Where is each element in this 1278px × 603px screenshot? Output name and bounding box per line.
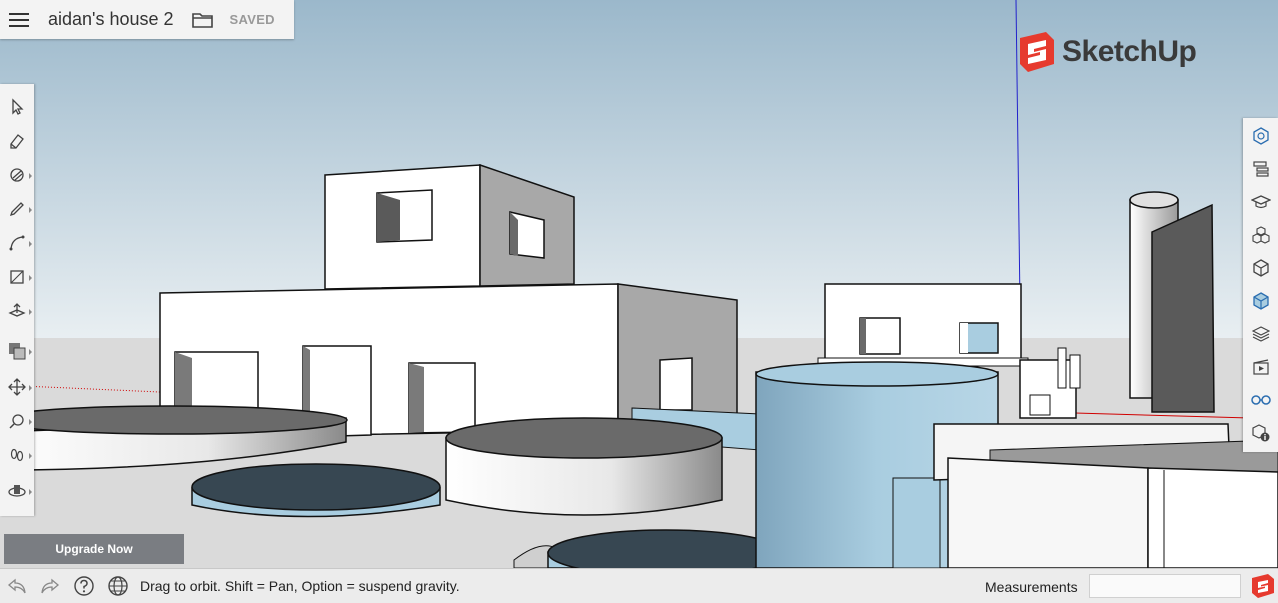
cylinder-middle bbox=[445, 417, 723, 516]
save-status: SAVED bbox=[229, 12, 275, 27]
3d-viewport[interactable] bbox=[0, 0, 1278, 568]
status-hint: Drag to orbit. Shift = Pan, Option = sus… bbox=[140, 578, 460, 594]
scenes-icon bbox=[1252, 358, 1269, 375]
model-info-icon bbox=[1251, 423, 1269, 441]
arc-tool[interactable] bbox=[0, 226, 34, 260]
line-tool[interactable] bbox=[0, 192, 34, 226]
tape-measure-tool[interactable] bbox=[0, 404, 34, 438]
measurements-input[interactable] bbox=[1089, 574, 1241, 598]
materials-panel[interactable] bbox=[1243, 251, 1278, 284]
status-bar: Drag to orbit. Shift = Pan, Option = sus… bbox=[0, 568, 1278, 603]
document-bar: aidan's house 2 SAVED bbox=[0, 0, 294, 39]
instructor-icon bbox=[1250, 194, 1271, 208]
sketchup-logo-icon bbox=[1020, 32, 1054, 72]
orbit-tool[interactable] bbox=[0, 474, 34, 508]
arc-icon bbox=[9, 235, 25, 251]
folder-icon bbox=[191, 12, 213, 28]
push-pull-icon bbox=[8, 303, 26, 317]
select-tool[interactable] bbox=[0, 90, 34, 124]
push-pull-tool[interactable] bbox=[0, 294, 34, 328]
help-question-icon bbox=[74, 576, 94, 596]
entity-info-panel[interactable] bbox=[1243, 119, 1278, 152]
model-scene[interactable] bbox=[0, 0, 1278, 568]
paint-bucket-icon bbox=[10, 168, 24, 182]
open-folder-button[interactable] bbox=[188, 5, 218, 35]
outliner-icon bbox=[1252, 160, 1269, 177]
instructor-panel[interactable] bbox=[1243, 185, 1278, 218]
globe-icon bbox=[108, 576, 128, 596]
right-toolbar bbox=[1243, 118, 1278, 452]
redo-icon bbox=[41, 578, 60, 594]
language-button[interactable] bbox=[106, 574, 130, 598]
paint-bucket-tool[interactable] bbox=[0, 158, 34, 192]
hamburger-icon bbox=[9, 12, 29, 27]
document-title[interactable]: aidan's house 2 bbox=[48, 9, 174, 30]
help-button[interactable] bbox=[72, 574, 96, 598]
sketchup-logo: SketchUp bbox=[1016, 30, 1197, 74]
layers-icon bbox=[1251, 325, 1270, 342]
left-toolbar bbox=[0, 84, 34, 516]
move-tool[interactable] bbox=[0, 370, 34, 404]
scenes-panel[interactable] bbox=[1243, 350, 1278, 383]
tower bbox=[1129, 191, 1215, 413]
model-info-panel[interactable] bbox=[1243, 416, 1278, 449]
rectangle-icon bbox=[10, 270, 24, 284]
measurements-label: Measurements bbox=[985, 579, 1078, 595]
undo-button[interactable] bbox=[5, 574, 29, 598]
styles-panel[interactable] bbox=[1243, 284, 1278, 317]
walk-tool[interactable] bbox=[0, 438, 34, 472]
display-panel[interactable] bbox=[1243, 383, 1278, 416]
styles-icon bbox=[1252, 291, 1269, 310]
pencil-line-icon bbox=[9, 202, 24, 217]
select-arrow-icon bbox=[12, 98, 24, 115]
disc-blue bbox=[191, 463, 441, 518]
move-icon bbox=[8, 378, 26, 396]
display-glasses-icon bbox=[1250, 394, 1271, 405]
right-building bbox=[933, 423, 1278, 568]
components-panel[interactable] bbox=[1243, 218, 1278, 251]
tape-measure-icon bbox=[9, 414, 24, 429]
eraser-tool[interactable] bbox=[0, 124, 34, 158]
walk-footprints-icon bbox=[10, 448, 24, 462]
materials-cube-icon bbox=[1252, 258, 1269, 277]
logo-text: SketchUp bbox=[1062, 35, 1197, 68]
eraser-icon bbox=[10, 134, 24, 149]
undo-icon bbox=[7, 578, 26, 594]
menu-button[interactable] bbox=[0, 0, 38, 39]
entity-info-icon bbox=[1252, 126, 1269, 145]
layers-panel[interactable] bbox=[1243, 317, 1278, 350]
offset-icon bbox=[9, 343, 26, 360]
offset-tool[interactable] bbox=[0, 334, 34, 368]
sketchup-menu-icon[interactable] bbox=[1250, 573, 1276, 599]
redo-button[interactable] bbox=[38, 574, 62, 598]
outliner-panel[interactable] bbox=[1243, 152, 1278, 185]
upgrade-now-button[interactable]: Upgrade Now bbox=[4, 534, 184, 564]
components-icon bbox=[1251, 225, 1270, 244]
orbit-icon bbox=[8, 485, 26, 497]
rectangle-tool[interactable] bbox=[0, 260, 34, 294]
